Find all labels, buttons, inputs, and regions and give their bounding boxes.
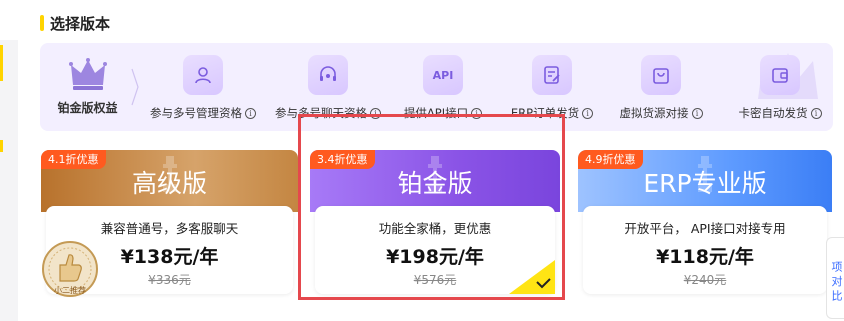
plan-card-erp-pro[interactable]: ERP专业版 4.9折优惠 开放平台， API接口对接专用 ¥118元/年 ¥2… (578, 150, 832, 298)
info-icon[interactable]: i (245, 107, 256, 119)
discount-tag: 4.9折优惠 (578, 150, 643, 169)
benefit-label: 卡密自动发货 (738, 106, 808, 120)
recommended-seal-badge: 小二推荐 (42, 241, 98, 297)
left-accent-bar (0, 140, 3, 152)
left-panel-edge (0, 40, 18, 321)
shopping-bag-icon (653, 68, 669, 84)
plan-description: 兼容普通号，多客服聊天 (100, 221, 239, 236)
benefit-card-auto-delivery[interactable]: 卡密自动发货 i (728, 43, 832, 131)
benefits-header-label: 铂金版权益 (57, 101, 118, 115)
version-select-page: 选择版本 铂金版权益 参与多号管理资格 i 参与多号聊天资格 i API 提供A… (0, 0, 844, 321)
plan-description: 开放平台， API接口对接专用 (624, 221, 786, 236)
benefit-label: 虚拟货源对接 (619, 106, 689, 120)
discount-tag: 4.1折优惠 (41, 150, 106, 169)
plan-body: 开放平台， API接口对接专用 ¥118元/年 ¥240元 (583, 206, 827, 294)
left-accent-bar (0, 45, 3, 81)
benefit-label: 参与多号管理资格 (150, 106, 242, 120)
headset-icon (320, 66, 336, 81)
info-icon[interactable]: i (582, 107, 594, 119)
crown-icon (68, 58, 107, 90)
wallet-card-icon (772, 68, 788, 83)
compare-side-tab[interactable]: 项 对 比 (826, 237, 844, 319)
seal-text: 小二推荐 (54, 285, 86, 295)
info-icon[interactable]: i (810, 107, 822, 119)
section-title: 选择版本 (40, 13, 110, 33)
section-title-text: 选择版本 (50, 14, 111, 33)
info-icon[interactable]: i (691, 107, 703, 119)
benefit-multi-account-management[interactable]: 参与多号管理资格 i (143, 43, 263, 131)
title-accent (40, 15, 44, 31)
benefit-virtual-goods-source[interactable]: 虚拟货源对接 i (608, 43, 714, 131)
plan-name: ERP专业版 (643, 169, 767, 198)
plan-name: 高级版 (131, 169, 207, 198)
api-icon: API (423, 55, 463, 95)
plan-price: ¥118元/年 (656, 246, 754, 268)
plan-original-price: ¥240元 (683, 273, 727, 287)
order-edit-icon (544, 66, 560, 84)
chevron-right-icon (131, 68, 139, 106)
selected-plan-highlight (298, 114, 565, 300)
user-group-icon (195, 67, 211, 84)
platinum-benefits-header: 铂金版权益 (40, 43, 135, 131)
